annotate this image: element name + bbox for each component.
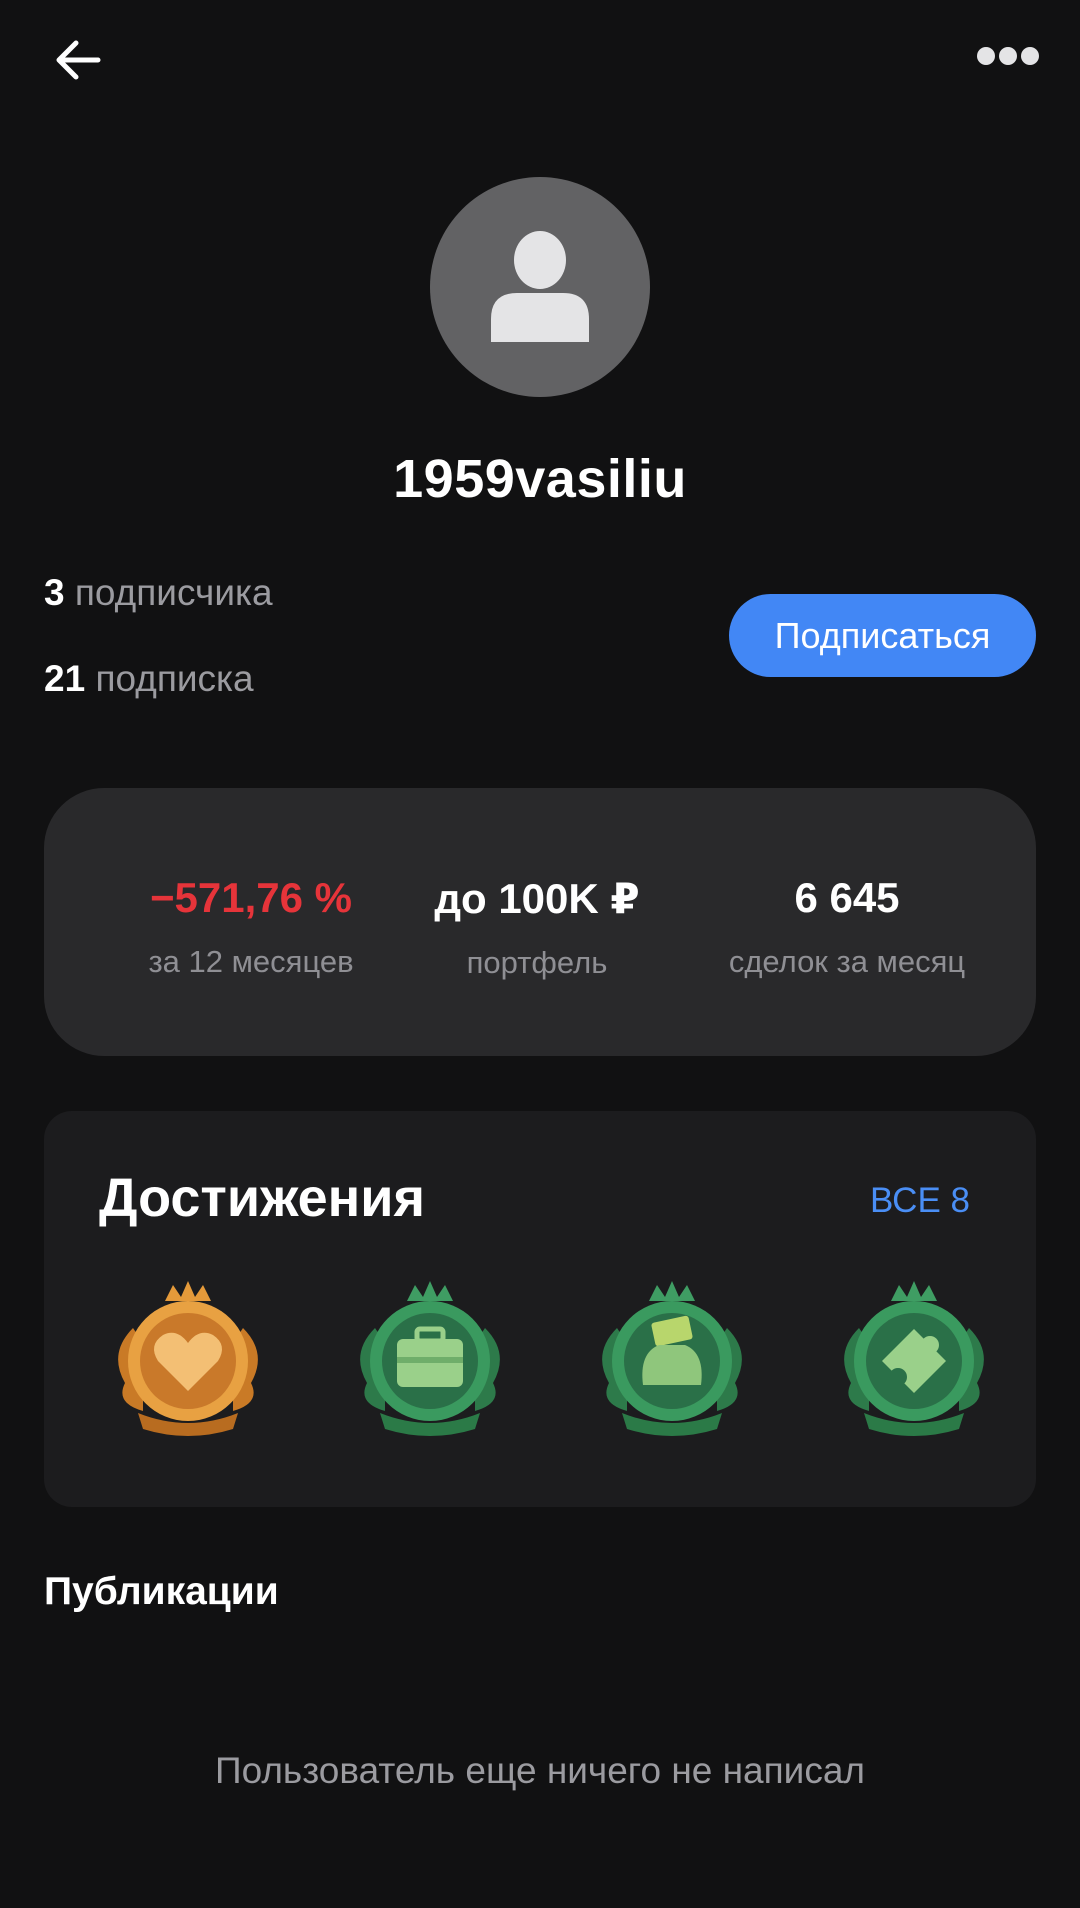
stat-deals-label: сделок за месяц [728, 944, 966, 979]
subscribe-button[interactable]: Подписаться [729, 594, 1036, 677]
following-label: подписка [95, 658, 254, 699]
achievement-badge[interactable] [345, 1273, 515, 1443]
profile-screen: 1959vasiliu 3 подписчика 21 подписка Под… [0, 0, 1080, 1908]
arrow-left-icon [56, 40, 101, 80]
stat-portfolio-label: портфель [466, 945, 608, 980]
stat-deals: 6 645 сделок за месяц [687, 874, 1007, 980]
achievement-badge[interactable] [587, 1273, 757, 1443]
stat-portfolio-value: до 100K ₽ [434, 875, 640, 922]
puzzle-badge-icon [844, 1281, 984, 1436]
stat-yield: −571,76 % за 12 месяцев [91, 874, 411, 980]
stat-yield-label: за 12 месяцев [148, 944, 354, 979]
handshake-badge-icon [118, 1281, 258, 1436]
stat-yield-value: −571,76 % [149, 874, 352, 921]
followers-label: подписчика [74, 572, 273, 613]
money-bag-badge-icon [602, 1281, 742, 1436]
achievements-card: Достижения ВСЕ 8 [44, 1111, 1036, 1507]
following-link[interactable]: 21 подписка [44, 658, 254, 700]
followers-count: 3 [44, 572, 65, 613]
stat-portfolio: до 100K ₽ портфель [377, 874, 697, 981]
achievement-badge[interactable] [829, 1273, 999, 1443]
achievements-all-link[interactable]: ВСЕ 8 [870, 1181, 970, 1221]
more-menu-button[interactable] [972, 36, 1044, 76]
following-count: 21 [44, 658, 86, 699]
achievement-badge[interactable] [103, 1273, 273, 1443]
followers-link[interactable]: 3 подписчика [44, 572, 273, 614]
achievements-title: Достижения [99, 1168, 426, 1228]
briefcase-badge-icon [360, 1281, 500, 1436]
more-dot [999, 47, 1017, 65]
more-dots-icon [977, 47, 995, 65]
publications-title: Публикации [44, 1570, 279, 1613]
avatar [430, 177, 650, 397]
username: 1959vasiliu [393, 449, 687, 509]
publications-empty-message: Пользователь еще ничего не написал [214, 1750, 865, 1791]
back-button[interactable] [48, 30, 108, 90]
stats-card: −571,76 % за 12 месяцев до 100K ₽ портфе… [44, 788, 1036, 1056]
more-dot [1021, 47, 1039, 65]
stat-deals-value: 6 645 [794, 874, 900, 921]
user-placeholder-icon [491, 231, 589, 342]
